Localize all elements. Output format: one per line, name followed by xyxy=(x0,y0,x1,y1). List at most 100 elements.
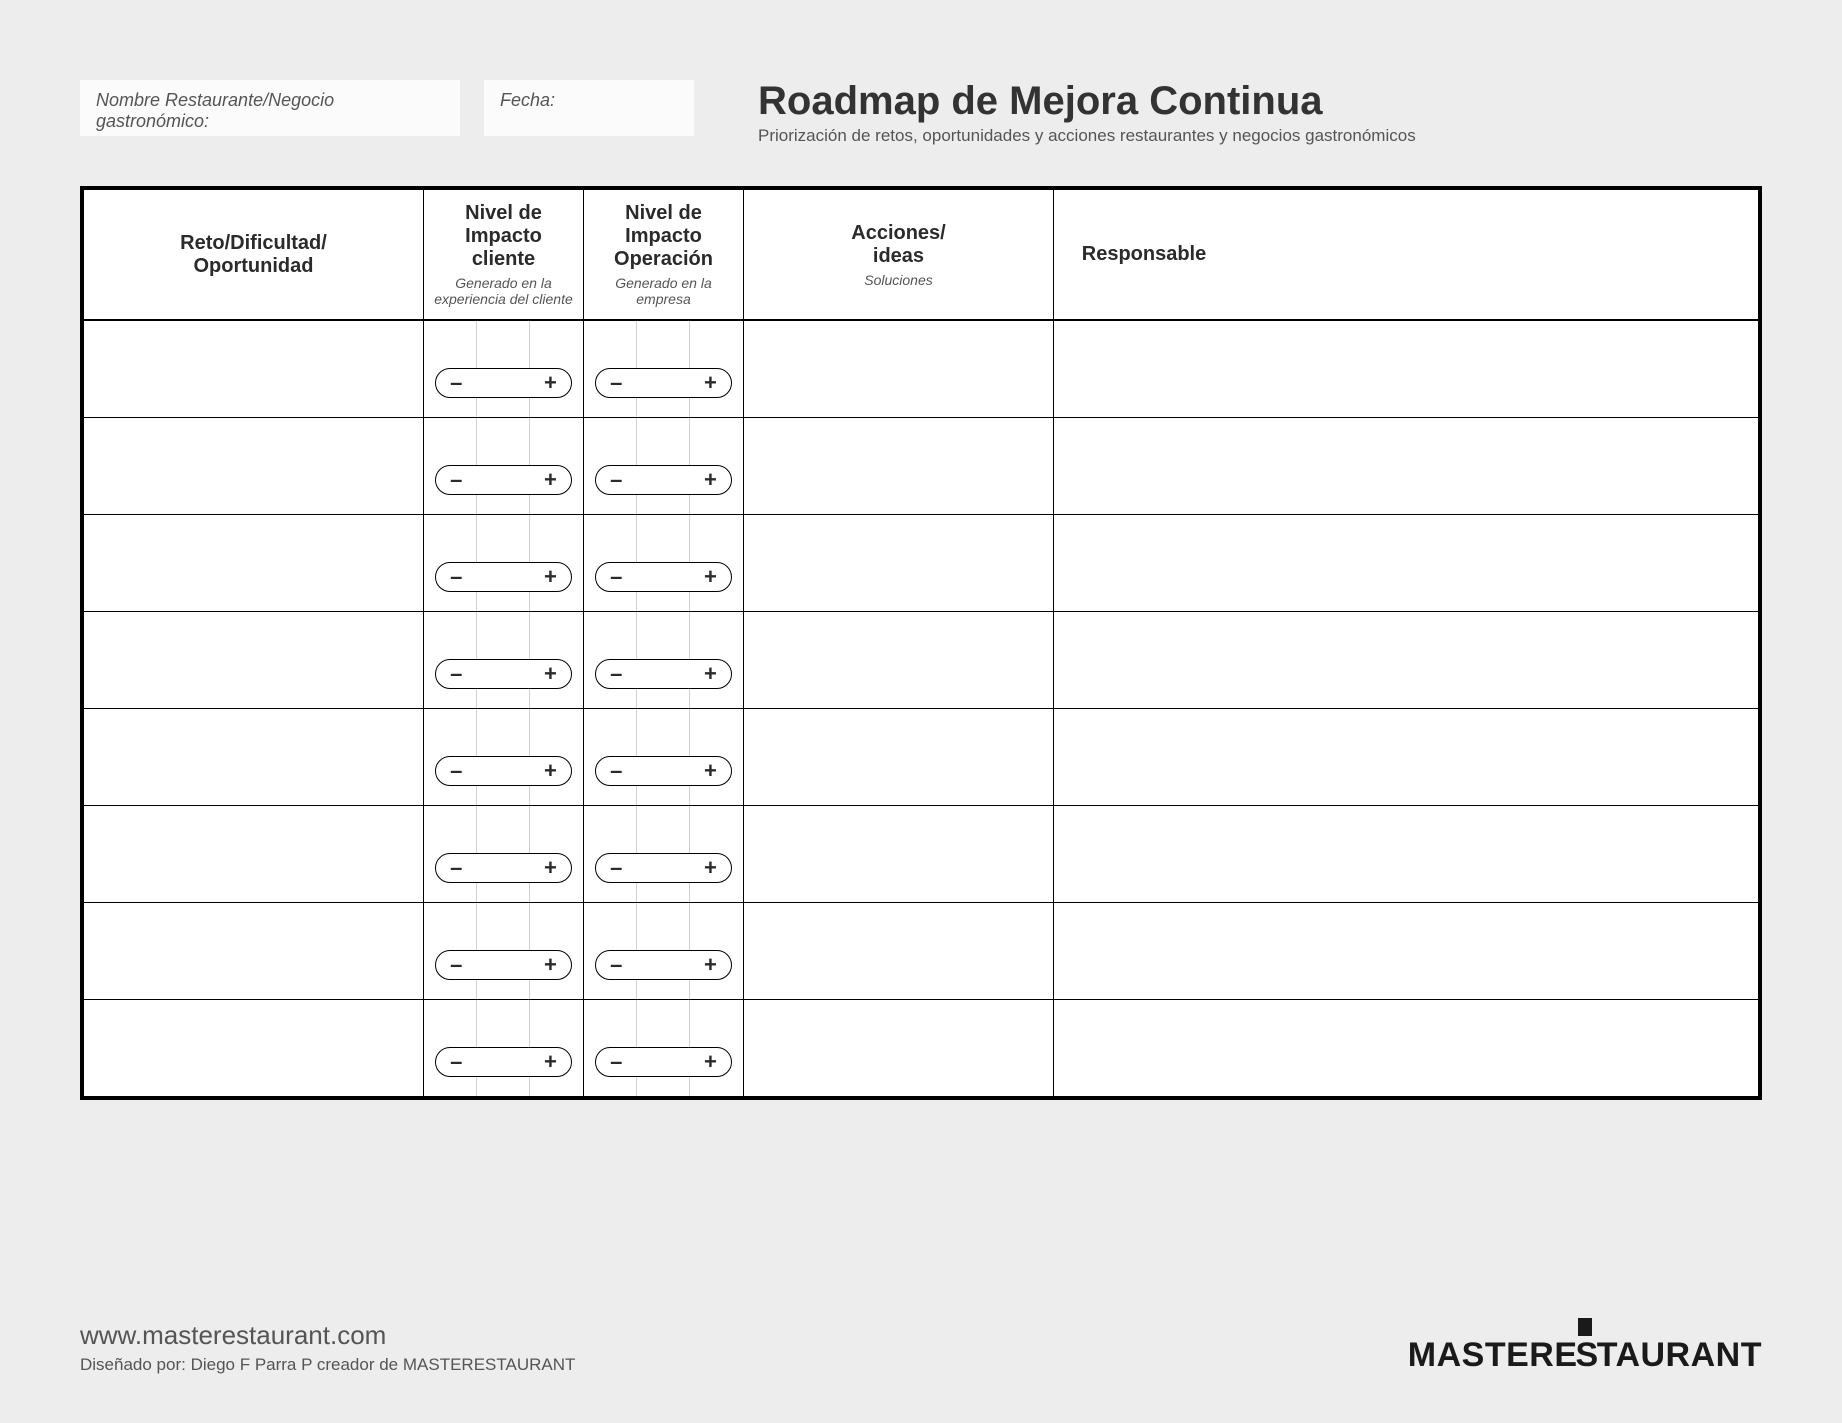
table-row: –+–+ xyxy=(84,709,1758,806)
minus-icon: – xyxy=(450,760,462,782)
restaurant-name-label: Nombre Restaurante/Negocio gastronómico: xyxy=(96,90,334,131)
table-header-row: Reto/Dificultad/ Oportunidad Nivel de Im… xyxy=(84,190,1758,321)
table-row: –+ –+ xyxy=(84,418,1758,515)
operation-impact-scale[interactable]: –+ xyxy=(595,1047,732,1077)
cell-operation-impact[interactable]: –+ xyxy=(584,1000,744,1096)
cell-actions[interactable] xyxy=(744,709,1054,805)
minus-icon: – xyxy=(450,954,462,976)
client-impact-scale[interactable]: –+ xyxy=(435,756,572,786)
minus-icon: – xyxy=(450,857,462,879)
plus-icon: + xyxy=(704,857,717,879)
minus-icon: – xyxy=(610,372,622,394)
operation-impact-scale[interactable]: –+ xyxy=(595,465,732,495)
col-header-client-impact: Nivel de Impacto cliente Generado en la … xyxy=(424,190,584,319)
cell-responsible[interactable] xyxy=(1054,515,1234,611)
col-header-responsible: Responsable xyxy=(1054,190,1234,319)
operation-impact-scale[interactable]: –+ xyxy=(595,562,732,592)
plus-icon: + xyxy=(704,372,717,394)
operation-impact-scale[interactable]: –+ xyxy=(595,756,732,786)
cell-client-impact[interactable]: –+ xyxy=(424,418,584,514)
plus-icon: + xyxy=(544,663,557,685)
page-title: Roadmap de Mejora Continua xyxy=(758,80,1762,122)
cell-client-impact[interactable]: –+ xyxy=(424,709,584,805)
cell-challenge[interactable] xyxy=(84,321,424,417)
cell-responsible[interactable] xyxy=(1054,321,1234,417)
cell-responsible[interactable] xyxy=(1054,612,1234,708)
operation-impact-scale[interactable]: –+ xyxy=(595,368,732,398)
cell-operation-impact[interactable]: –+ xyxy=(584,709,744,805)
operation-impact-scale[interactable]: –+ xyxy=(595,950,732,980)
plus-icon: + xyxy=(704,663,717,685)
operation-impact-scale[interactable]: –+ xyxy=(595,659,732,689)
table-row: –+–+ xyxy=(84,515,1758,612)
plus-icon: + xyxy=(544,760,557,782)
cell-challenge[interactable] xyxy=(84,515,424,611)
minus-icon: – xyxy=(610,566,622,588)
cell-actions[interactable] xyxy=(744,903,1054,999)
cell-actions[interactable] xyxy=(744,612,1054,708)
cell-challenge[interactable] xyxy=(84,418,424,514)
minus-icon: – xyxy=(610,760,622,782)
footer-credit: Diseñado por: Diego F Parra P creador de… xyxy=(80,1355,575,1375)
cell-client-impact[interactable]: –+ xyxy=(424,612,584,708)
cell-challenge[interactable] xyxy=(84,1000,424,1096)
cell-operation-impact[interactable]: –+ xyxy=(584,418,744,514)
plus-icon: + xyxy=(544,954,557,976)
table-row: –+–+ xyxy=(84,1000,1758,1096)
minus-icon: – xyxy=(610,857,622,879)
cell-actions[interactable] xyxy=(744,806,1054,902)
col-header-operation-impact: Nivel de Impacto Operación Generado en l… xyxy=(584,190,744,319)
cell-operation-impact[interactable]: –+ xyxy=(584,321,744,417)
cell-actions[interactable] xyxy=(744,515,1054,611)
minus-icon: – xyxy=(610,1051,622,1073)
cell-challenge[interactable] xyxy=(84,903,424,999)
cell-operation-impact[interactable]: –+ xyxy=(584,806,744,902)
client-impact-scale[interactable]: –+ xyxy=(435,368,572,398)
plus-icon: + xyxy=(704,566,717,588)
restaurant-name-field[interactable]: Nombre Restaurante/Negocio gastronómico: xyxy=(80,80,460,136)
cell-responsible[interactable] xyxy=(1054,709,1234,805)
cell-responsible[interactable] xyxy=(1054,806,1234,902)
operation-impact-scale[interactable]: –+ xyxy=(595,853,732,883)
date-field[interactable]: Fecha: xyxy=(484,80,694,136)
cell-challenge[interactable] xyxy=(84,612,424,708)
client-impact-scale[interactable]: –+ xyxy=(435,1047,572,1077)
cell-client-impact[interactable]: –+ xyxy=(424,321,584,417)
cell-client-impact[interactable]: –+ xyxy=(424,515,584,611)
cell-responsible[interactable] xyxy=(1054,1000,1234,1096)
cell-challenge[interactable] xyxy=(84,806,424,902)
col-header-challenge: Reto/Dificultad/ Oportunidad xyxy=(84,190,424,319)
minus-icon: – xyxy=(610,663,622,685)
cell-client-impact[interactable]: –+ xyxy=(424,1000,584,1096)
plus-icon: + xyxy=(704,954,717,976)
cell-actions[interactable] xyxy=(744,1000,1054,1096)
cell-challenge[interactable] xyxy=(84,709,424,805)
minus-icon: – xyxy=(450,372,462,394)
client-impact-scale[interactable]: –+ xyxy=(435,950,572,980)
table-row: –+–+ xyxy=(84,612,1758,709)
client-impact-scale[interactable]: –+ xyxy=(435,853,572,883)
cell-operation-impact[interactable]: –+ xyxy=(584,903,744,999)
cell-operation-impact[interactable]: –+ xyxy=(584,515,744,611)
plus-icon: + xyxy=(704,1051,717,1073)
client-impact-scale[interactable]: –+ xyxy=(435,659,572,689)
client-impact-scale[interactable]: –+ xyxy=(435,562,572,592)
plus-icon: + xyxy=(544,1051,557,1073)
table-row: –+–+ xyxy=(84,321,1758,418)
cell-client-impact[interactable]: –+ xyxy=(424,903,584,999)
minus-icon: – xyxy=(610,469,622,491)
date-label: Fecha: xyxy=(500,90,555,110)
cell-client-impact[interactable]: –+ xyxy=(424,806,584,902)
cell-actions[interactable] xyxy=(744,418,1054,514)
cell-operation-impact[interactable]: –+ xyxy=(584,612,744,708)
col-header-actions: Acciones/ ideas Soluciones xyxy=(744,190,1054,319)
brand-logo: MASTERESTAURANT xyxy=(1408,1336,1762,1375)
plus-icon: + xyxy=(544,566,557,588)
minus-icon: – xyxy=(610,954,622,976)
plus-icon: + xyxy=(704,760,717,782)
cell-responsible[interactable] xyxy=(1054,418,1234,514)
footer-url: www.masterestaurant.com xyxy=(80,1320,575,1351)
cell-responsible[interactable] xyxy=(1054,903,1234,999)
client-impact-scale[interactable]: –+ xyxy=(435,465,572,495)
cell-actions[interactable] xyxy=(744,321,1054,417)
